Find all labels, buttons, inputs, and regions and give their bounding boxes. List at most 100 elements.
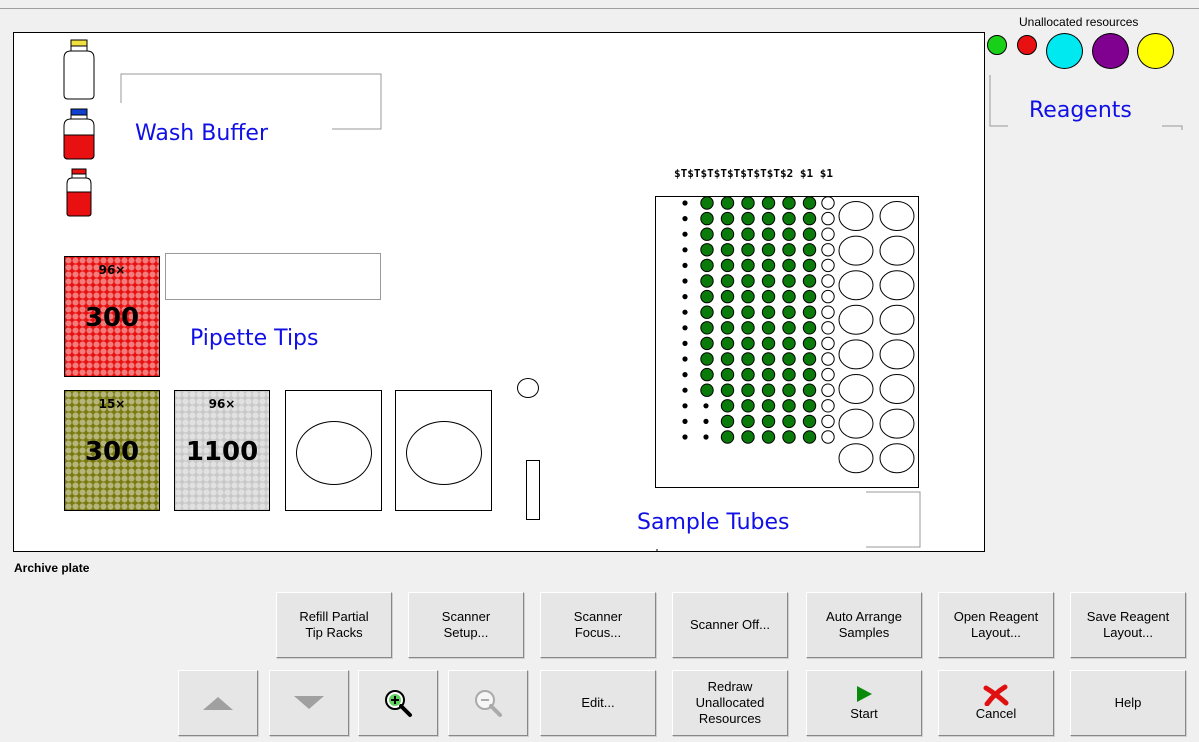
large-tube-slot[interactable] [838, 408, 874, 439]
sample-tube[interactable] [802, 274, 817, 288]
sample-tube[interactable] [720, 352, 735, 366]
large-tube-slot[interactable] [879, 339, 915, 370]
sample-tube[interactable] [720, 336, 735, 351]
auto-arrange-samples-button[interactable]: Auto Arrange Samples [806, 592, 922, 658]
sample-tube[interactable] [741, 211, 755, 226]
sample-tube[interactable] [782, 367, 796, 382]
sample-tube[interactable] [782, 211, 796, 226]
sample-tube[interactable] [802, 352, 817, 366]
empty-tube-slot[interactable] [821, 352, 835, 366]
sample-tube[interactable] [761, 289, 776, 304]
zoom-out-button[interactable] [448, 670, 528, 736]
large-tube-slot[interactable] [838, 374, 874, 404]
empty-tube-slot[interactable] [821, 289, 835, 304]
sample-tube[interactable] [741, 274, 755, 288]
tip-rack-gray[interactable]: 96× 1100 [174, 390, 270, 511]
empty-tube-slot[interactable] [821, 243, 835, 257]
sample-tube[interactable] [700, 305, 714, 319]
zoom-in-button[interactable] [358, 670, 438, 736]
large-tube-slot[interactable] [838, 304, 874, 335]
sample-tube[interactable] [802, 399, 817, 413]
sample-tube[interactable] [802, 414, 817, 429]
sample-tube[interactable] [761, 414, 776, 429]
archive-slot[interactable] [526, 460, 540, 520]
refill-tip-racks-button[interactable]: Refill Partial Tip Racks [276, 592, 392, 658]
sample-tube[interactable] [761, 336, 776, 351]
sample-tube[interactable] [802, 305, 817, 319]
sample-tube[interactable] [782, 336, 796, 351]
scanner-focus-button[interactable]: Scanner Focus... [540, 592, 656, 658]
sample-tube[interactable] [782, 274, 796, 288]
sample-tube[interactable] [720, 227, 735, 241]
small-tube-slot[interactable] [517, 378, 539, 398]
sample-tube[interactable] [720, 383, 735, 397]
empty-tube-slot[interactable] [821, 305, 835, 319]
sample-tube[interactable] [761, 227, 776, 241]
sample-tube[interactable] [720, 321, 735, 335]
unallocated-green-resource[interactable] [987, 35, 1007, 55]
sample-tube[interactable] [761, 399, 776, 413]
unallocated-red-resource[interactable] [1017, 35, 1037, 55]
edit-button[interactable]: Edit... [540, 670, 656, 736]
sample-tube[interactable] [700, 336, 714, 351]
sample-tube[interactable] [741, 383, 755, 397]
large-tube-slot[interactable] [879, 408, 915, 439]
sample-tube[interactable] [782, 321, 796, 335]
sample-tube[interactable] [741, 352, 755, 366]
sample-tube[interactable] [782, 289, 796, 304]
large-tube-slot[interactable] [879, 201, 915, 231]
plate-slot-2[interactable] [395, 390, 492, 511]
sample-tube[interactable] [782, 305, 796, 319]
move-down-button[interactable] [269, 670, 349, 736]
empty-tube-slot[interactable] [821, 399, 835, 413]
large-tube-slot[interactable] [879, 443, 915, 474]
wash-bottle-filled-icon[interactable] [63, 108, 95, 160]
unallocated-cyan-resource[interactable] [1046, 33, 1083, 69]
sample-tube[interactable] [761, 274, 776, 288]
sample-tube[interactable] [782, 227, 796, 241]
empty-tube-slot[interactable] [821, 196, 835, 210]
sample-tube[interactable] [802, 258, 817, 273]
sample-tube[interactable] [802, 367, 817, 382]
sample-tube[interactable] [761, 305, 776, 319]
tip-rack-red[interactable]: 96× 300 [64, 256, 160, 377]
sample-tube[interactable] [720, 430, 735, 444]
sample-tube[interactable] [720, 258, 735, 273]
save-reagent-layout-button[interactable]: Save Reagent Layout... [1070, 592, 1186, 658]
sample-tube[interactable] [761, 211, 776, 226]
sample-tube[interactable] [741, 227, 755, 241]
sample-tube[interactable] [720, 196, 735, 210]
sample-tube[interactable] [782, 196, 796, 210]
empty-tube-slot[interactable] [821, 211, 835, 226]
sample-tube[interactable] [700, 258, 714, 273]
empty-tube-slot[interactable] [821, 258, 835, 273]
reagent-bottle-small-icon[interactable] [66, 168, 92, 217]
sample-tube[interactable] [761, 430, 776, 444]
sample-tube[interactable] [741, 399, 755, 413]
sample-tube-rack[interactable] [655, 196, 919, 488]
unallocated-purple-resource[interactable] [1092, 33, 1129, 69]
reagents-tab[interactable]: Reagents [986, 75, 1199, 130]
large-tube-slot[interactable] [838, 443, 874, 474]
sample-tube[interactable] [782, 258, 796, 273]
sample-tube[interactable] [741, 367, 755, 382]
sample-tube[interactable] [741, 258, 755, 273]
sample-tube[interactable] [802, 383, 817, 397]
sample-tube[interactable] [782, 399, 796, 413]
sample-tube[interactable] [741, 243, 755, 257]
sample-tube[interactable] [700, 289, 714, 304]
sample-tube[interactable] [720, 367, 735, 382]
plate-slot-1[interactable] [285, 390, 382, 511]
cancel-button[interactable]: Cancel [938, 670, 1054, 736]
sample-tube[interactable] [700, 243, 714, 257]
sample-tube[interactable] [761, 196, 776, 210]
sample-tube[interactable] [720, 274, 735, 288]
empty-tube-slot[interactable] [821, 414, 835, 429]
deck-layout-canvas[interactable]: Wash Buffer Pipette Tips 96× 300 15× 300… [13, 32, 985, 552]
sample-tube[interactable] [782, 383, 796, 397]
sample-tube[interactable] [700, 352, 714, 366]
sample-tube[interactable] [802, 243, 817, 257]
empty-tube-slot[interactable] [821, 367, 835, 382]
sample-tube[interactable] [802, 321, 817, 335]
tip-rack-olive[interactable]: 15× 300 [64, 390, 160, 511]
